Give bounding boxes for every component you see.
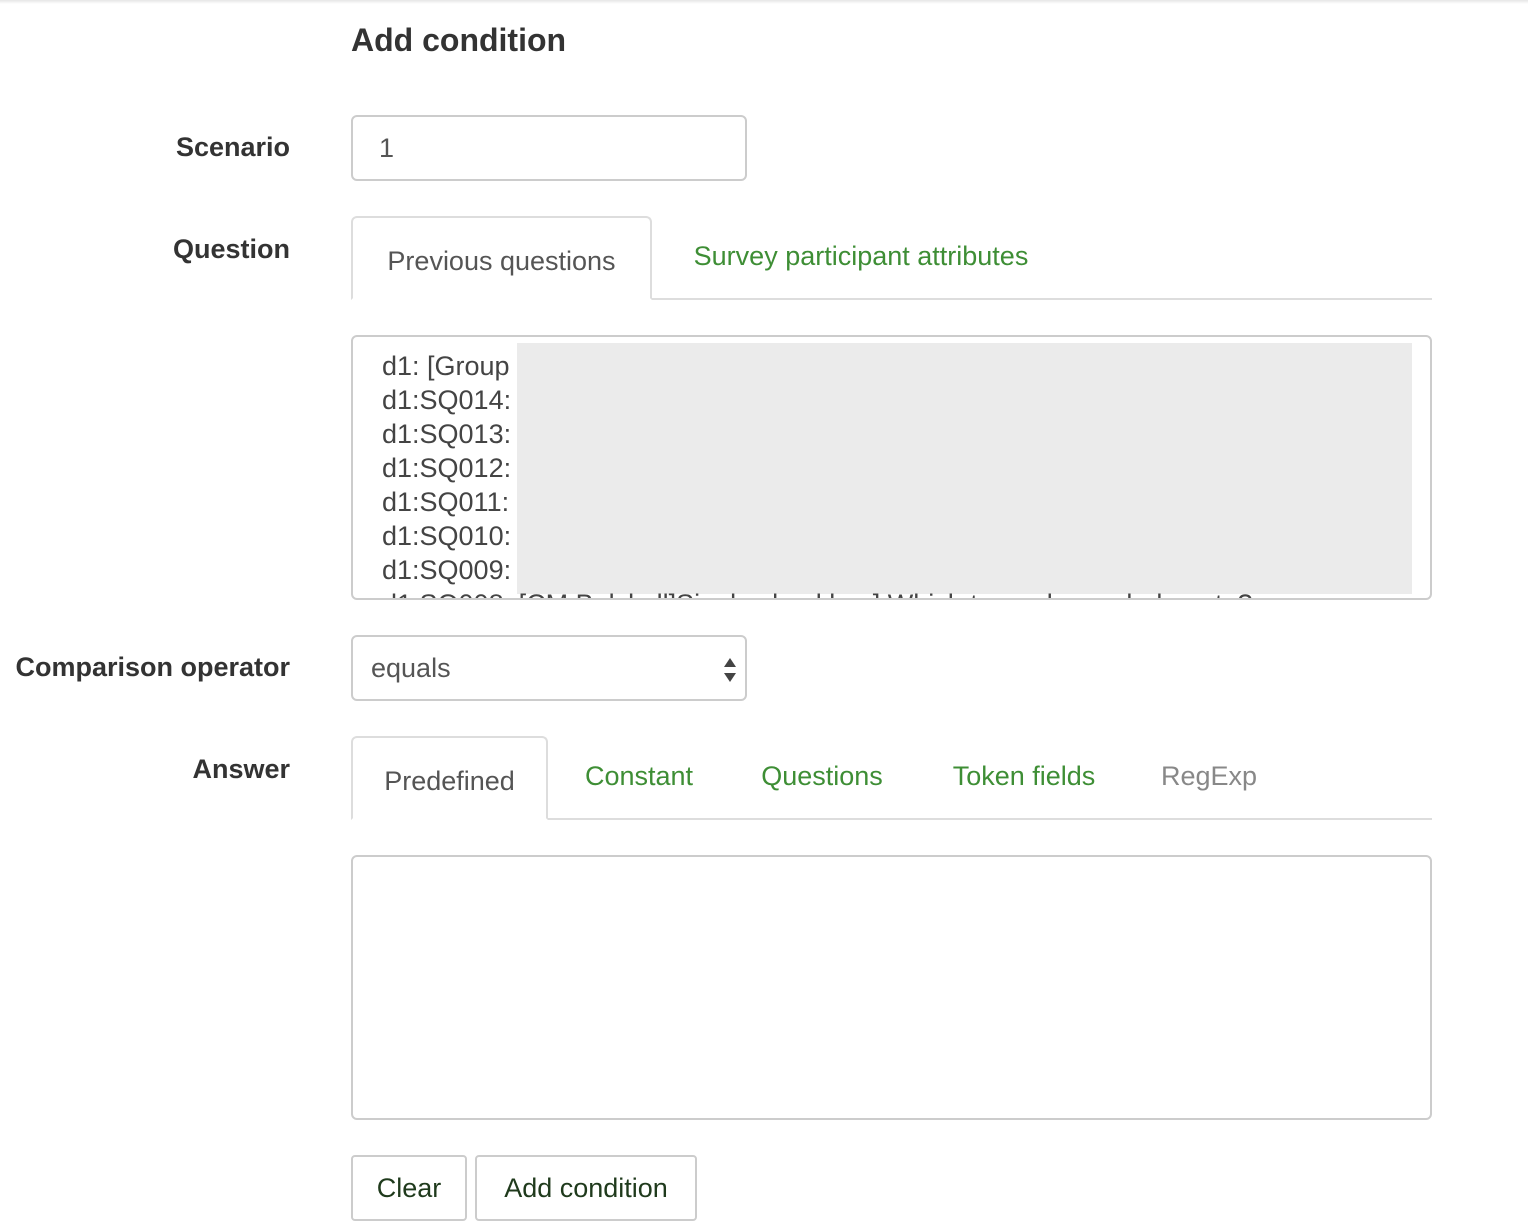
tab-survey-participant-attributes[interactable]: Survey participant attributes [652, 216, 1070, 296]
tab-token-fields[interactable]: Token fields [914, 736, 1134, 816]
list-item[interactable]: d1:SQ014: [382, 383, 511, 417]
list-item[interactable]: d1: [Group [382, 349, 510, 383]
list-item[interactable]: d1:SQ010: [382, 519, 511, 553]
tab-constant[interactable]: Constant [548, 736, 730, 816]
tab-questions[interactable]: Questions [730, 736, 914, 816]
list-item[interactable]: d1:SQ012: [382, 451, 511, 485]
scenario-label: Scenario [175, 132, 290, 162]
comparison-operator-label: Comparison operator [15, 652, 290, 682]
tab-regexp[interactable]: RegExp [1134, 736, 1284, 816]
list-item[interactable]: d1:SQ013: [382, 417, 511, 451]
question-label: Question [172, 234, 290, 264]
list-item[interactable]: d1:SQ009: [382, 553, 511, 587]
question-listbox[interactable]: d1: [Group d1:SQ014: d1:SQ013: d1:SQ012:… [351, 335, 1432, 600]
list-selection-highlight [517, 343, 1412, 594]
comparison-operator-select[interactable]: equals [351, 635, 747, 701]
page-title: Add condition [351, 22, 567, 58]
tab-predefined[interactable]: Predefined [351, 736, 548, 820]
question-tabs: Previous questions Survey participant at… [351, 216, 1432, 300]
add-condition-button[interactable]: Add condition [475, 1155, 697, 1221]
tab-previous-questions[interactable]: Previous questions [351, 216, 652, 300]
add-condition-page: Add condition Scenario Question Previous… [0, 0, 1528, 1232]
list-item[interactable]: d1:SQ011: [382, 485, 509, 519]
answer-label: Answer [192, 754, 290, 784]
list-item[interactable]: d1:SQ008: [CM Belskall]Single checkbox] … [382, 587, 1252, 598]
select-updown-icon [724, 658, 736, 682]
answer-tabs: Predefined Constant Questions Token fiel… [351, 736, 1432, 820]
predefined-answer-listbox[interactable] [351, 855, 1432, 1120]
top-edge-shadow [0, 0, 1528, 4]
clear-button[interactable]: Clear [351, 1155, 467, 1221]
scenario-input[interactable] [351, 115, 747, 181]
comparison-operator-value: equals [371, 652, 451, 683]
